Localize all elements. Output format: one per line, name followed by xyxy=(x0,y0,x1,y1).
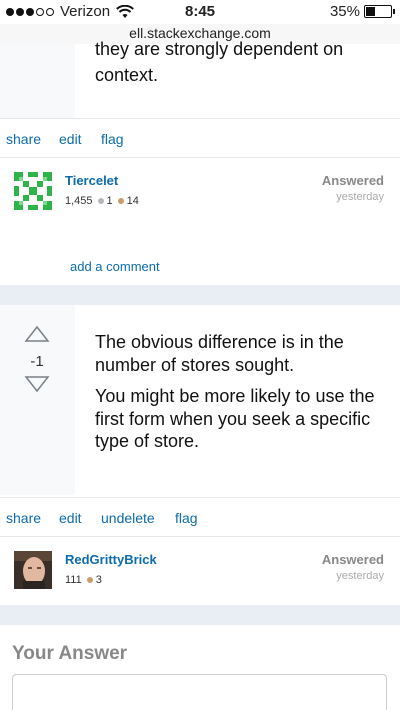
edit-link[interactable]: edit xyxy=(59,510,82,526)
share-link[interactable]: share xyxy=(6,510,41,526)
user-reputation: 1,455 1 14 xyxy=(65,195,139,207)
reputation-score: 111 xyxy=(65,574,82,586)
bronze-badge-count: 14 xyxy=(126,195,139,207)
bronze-badge-icon xyxy=(86,577,93,583)
answer-1-text-cut-line: they are strongly dependent on xyxy=(95,39,344,59)
battery-percent: 35% xyxy=(329,3,360,20)
share-link[interactable]: share xyxy=(6,131,41,147)
user-name-link[interactable]: Tiercelet xyxy=(65,173,118,188)
user-name-link[interactable]: RedGrittyBrick xyxy=(65,552,157,567)
answer-textarea[interactable] xyxy=(12,674,387,710)
vote-controls: -1 xyxy=(24,325,50,398)
status-bar: Verizon 8:45 35% xyxy=(0,0,400,24)
answered-label: Answered xyxy=(321,173,384,188)
your-answer-heading: Your Answer xyxy=(12,643,128,664)
user-reputation: 111 3 xyxy=(65,574,102,586)
flag-link[interactable]: flag xyxy=(175,510,198,526)
bronze-badge-count: 3 xyxy=(95,574,102,586)
answer-2-user-card: RedGrittyBrick 111 3 Answered yesterday xyxy=(0,537,400,607)
silver-badge-count: 1 xyxy=(106,195,113,207)
add-comment-link[interactable]: add a comment xyxy=(70,259,160,274)
vote-gutter xyxy=(0,44,75,118)
answered-label: Answered xyxy=(321,552,384,567)
answered-time: yesterday xyxy=(336,570,384,582)
reputation-score: 1,455 xyxy=(65,195,93,207)
user-avatar[interactable] xyxy=(14,551,52,589)
answer-2: -1 The obvious difference is in the numb… xyxy=(0,305,400,495)
answer-2-actions: share edit undelete flag xyxy=(0,497,400,537)
answer-1-actions: share edit flag xyxy=(0,118,400,158)
answered-time: yesterday xyxy=(336,191,384,203)
edit-link[interactable]: edit xyxy=(59,131,82,147)
answer-1-user-card: Tiercelet 1,455 1 14 Answered yesterday xyxy=(0,158,400,228)
answer-paragraph: You might be more likely to use the firs… xyxy=(95,386,375,451)
silver-badge-icon xyxy=(97,198,104,204)
answer-1-body: they are strongly dependent on context. xyxy=(0,39,400,118)
battery-group: 35% xyxy=(329,3,395,20)
answer-separator xyxy=(0,285,400,305)
upvote-arrow-icon[interactable] xyxy=(24,325,50,343)
section-separator xyxy=(0,605,400,625)
answer-2-text: The obvious difference is in the number … xyxy=(95,331,380,462)
bronze-badge-icon xyxy=(117,198,124,204)
answer-1-text: they are strongly dependent on context. xyxy=(95,36,385,88)
answer-1-text-line: context. xyxy=(95,65,159,85)
flag-link[interactable]: flag xyxy=(101,131,124,147)
answer-paragraph: The obvious difference is in the number … xyxy=(95,332,344,375)
battery-icon xyxy=(364,5,395,18)
downvote-arrow-icon[interactable] xyxy=(24,375,50,393)
vote-score: -1 xyxy=(30,353,44,370)
user-avatar[interactable] xyxy=(14,172,52,210)
undelete-link[interactable]: undelete xyxy=(101,510,155,526)
